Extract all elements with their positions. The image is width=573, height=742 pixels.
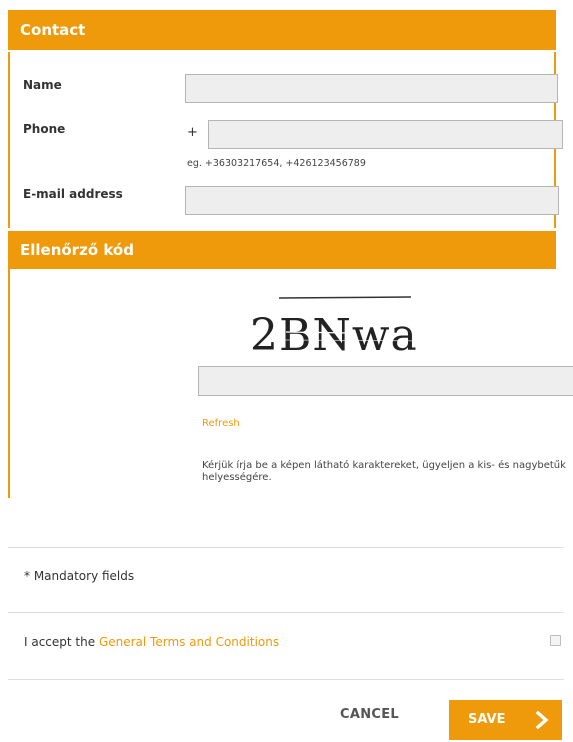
chevron-right-icon xyxy=(535,711,549,729)
phone-label: Phone xyxy=(23,122,66,136)
phone-prefix: + xyxy=(187,125,198,140)
captcha-panel-border xyxy=(8,268,10,498)
contact-section-header: Contact xyxy=(8,10,556,50)
name-input[interactable] xyxy=(185,74,558,103)
divider-bottom xyxy=(8,679,564,680)
mandatory-fields-note: * Mandatory fields xyxy=(24,569,135,583)
save-button[interactable]: SAVE xyxy=(449,700,562,740)
terms-link[interactable]: General Terms and Conditions xyxy=(99,635,279,649)
divider-middle xyxy=(8,612,564,613)
email-label: E-mail address xyxy=(23,187,123,201)
captcha-text: 2BNwa xyxy=(250,310,418,361)
captcha-image: 2BNwa xyxy=(250,296,437,361)
captcha-section-header: Ellenőrző kód xyxy=(8,231,556,269)
email-input[interactable] xyxy=(185,186,559,215)
terms-prefix: I accept the xyxy=(24,635,99,649)
save-label: SAVE xyxy=(468,712,506,727)
terms-checkbox[interactable] xyxy=(550,635,561,646)
captcha-instructions: Kérjük írja be a képen látható karaktere… xyxy=(202,460,566,483)
phone-input[interactable] xyxy=(208,120,563,149)
phone-hint: eg. +36303217654, +426123456789 xyxy=(187,158,366,169)
divider-top xyxy=(8,547,564,548)
terms-text: I accept the General Terms and Condition… xyxy=(24,635,279,649)
captcha-input[interactable] xyxy=(198,366,573,396)
cancel-button[interactable]: CANCEL xyxy=(340,707,399,722)
captcha-refresh-link[interactable]: Refresh xyxy=(202,418,240,429)
name-label: Name xyxy=(23,78,62,92)
